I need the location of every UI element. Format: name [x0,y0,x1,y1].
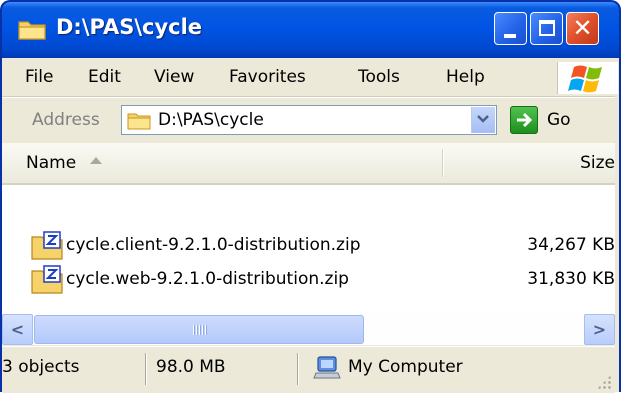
file-size: 34,267 KB [527,235,615,255]
scrollbar-thumb[interactable] [34,315,364,344]
status-bar: 3 objects 98.0 MB My Computer [2,346,615,393]
address-input[interactable]: D:\PAS\cycle [121,105,497,135]
close-button[interactable]: ✕ [566,12,599,45]
menu-help[interactable]: Help [446,67,485,87]
maximize-icon [539,20,555,36]
horizontal-scrollbar[interactable]: < > [2,314,615,345]
my-computer-icon [313,356,341,379]
menu-favorites[interactable]: Favorites [229,67,306,87]
address-label: Address [32,110,100,130]
menu-file[interactable]: File [25,67,53,87]
column-divider[interactable] [442,149,444,177]
address-value: D:\PAS\cycle [158,110,264,130]
resize-grip-icon[interactable] [597,375,611,389]
menu-tools[interactable]: Tools [358,67,400,87]
status-divider [145,353,147,385]
scroll-left-button[interactable]: < [2,314,33,345]
title-bar[interactable]: D:\PAS\cycle ✕ [0,0,621,60]
zip-folder-icon [31,231,63,260]
address-dropdown-button[interactable] [471,107,495,133]
window-title: D:\PAS\cycle [56,15,203,39]
windows-flag-icon [568,65,602,93]
file-size: 31,830 KB [527,269,615,289]
list-item[interactable]: cycle.web-9.2.1.0-distribution.zip 31,83… [2,263,615,297]
grip-icon [193,325,207,335]
scroll-right-button[interactable]: > [584,314,615,345]
chevron-left-icon: < [10,320,25,339]
status-location: My Computer [348,357,463,377]
file-list: Name Size cycle.client-9.2.1.0-distribut… [2,143,615,314]
minimize-button[interactable] [494,12,527,45]
windows-logo-throbber [557,62,618,94]
column-header-name[interactable]: Name [26,153,76,173]
minimize-icon [504,34,516,38]
status-divider [297,353,299,385]
address-bar: Address D:\PAS\cycle Go [2,97,615,144]
folder-icon [127,113,151,130]
sort-ascending-icon [90,157,102,164]
maximize-button[interactable] [530,12,563,45]
menu-bar: File Edit View Favorites Tools Help [2,58,618,97]
menu-view[interactable]: View [154,67,194,87]
zip-folder-icon [31,265,63,294]
go-button[interactable] [510,106,538,134]
list-item[interactable]: cycle.client-9.2.1.0-distribution.zip 34… [2,229,615,263]
chevron-right-icon: > [592,320,607,339]
go-label[interactable]: Go [547,110,571,130]
status-object-count: 3 objects [2,357,80,377]
column-header-row: Name Size [2,143,615,185]
folder-icon [18,21,46,40]
menu-edit[interactable]: Edit [88,67,121,87]
file-name: cycle.web-9.2.1.0-distribution.zip [66,269,349,289]
file-name: cycle.client-9.2.1.0-distribution.zip [66,235,361,255]
arrow-right-icon [517,112,533,128]
chevron-down-icon [477,115,489,123]
column-header-size[interactable]: Size [580,153,615,173]
close-icon: ✕ [572,14,593,42]
status-total-size: 98.0 MB [156,357,226,377]
